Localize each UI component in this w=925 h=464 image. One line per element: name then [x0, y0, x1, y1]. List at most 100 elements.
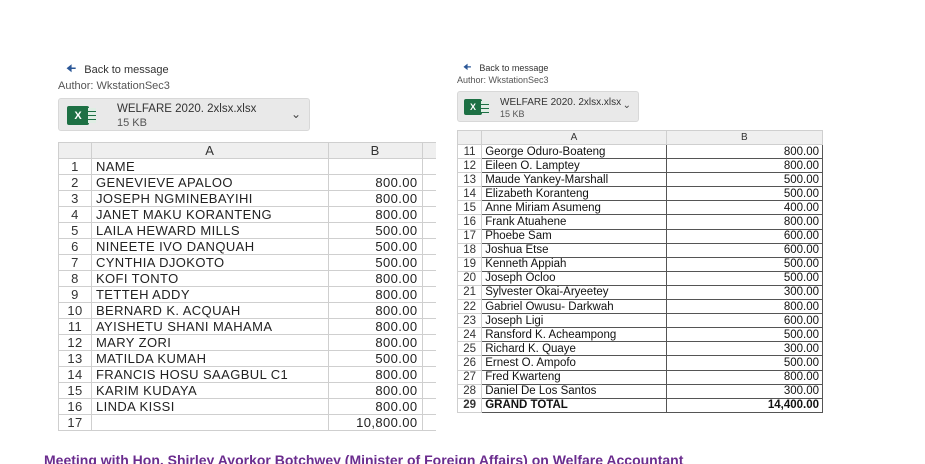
- row-number[interactable]: 9: [58, 286, 92, 303]
- column-header-b[interactable]: B: [327, 142, 423, 159]
- name-cell[interactable]: Joseph Ocloo: [481, 270, 667, 286]
- empty-cell[interactable]: [421, 190, 436, 207]
- name-cell[interactable]: Kenneth Appiah: [481, 256, 667, 272]
- amount-cell[interactable]: 600.00: [665, 228, 824, 244]
- amount-cell[interactable]: 400.00: [665, 200, 824, 216]
- name-cell[interactable]: GRAND TOTAL: [481, 397, 667, 413]
- amount-cell[interactable]: 500.00: [327, 238, 423, 255]
- amount-cell[interactable]: 500.00: [665, 327, 824, 343]
- back-to-message-link[interactable]: 🠈 Back to message: [66, 60, 169, 79]
- amount-cell[interactable]: 800.00: [327, 286, 423, 303]
- row-number[interactable]: 5: [58, 222, 92, 239]
- amount-cell[interactable]: 800.00: [327, 366, 423, 383]
- empty-cell[interactable]: [421, 254, 436, 271]
- name-cell[interactable]: Elizabeth Koranteng: [481, 186, 667, 202]
- back-to-message-link[interactable]: 🠈 Back to message: [463, 60, 548, 76]
- name-cell[interactable]: LINDA KISSI: [90, 398, 329, 415]
- name-cell[interactable]: MARY ZORI: [90, 334, 329, 351]
- row-number[interactable]: 14: [456, 186, 483, 202]
- empty-cell[interactable]: [421, 334, 436, 351]
- row-number[interactable]: 21: [456, 284, 483, 301]
- row-number[interactable]: 15: [456, 200, 483, 216]
- amount-cell[interactable]: 14,400.00: [665, 397, 824, 413]
- row-number[interactable]: 24: [456, 327, 483, 343]
- row-number[interactable]: 28: [456, 383, 483, 399]
- amount-cell[interactable]: 800.00: [327, 382, 423, 399]
- amount-cell[interactable]: 500.00: [327, 350, 423, 367]
- row-number[interactable]: 16: [456, 214, 483, 230]
- amount-cell[interactable]: 800.00: [327, 270, 423, 287]
- amount-cell[interactable]: 600.00: [665, 242, 824, 258]
- empty-cell[interactable]: [421, 158, 436, 175]
- column-header-b[interactable]: B: [665, 130, 824, 145]
- column-header-a[interactable]: A: [90, 142, 329, 159]
- row-number[interactable]: 1: [58, 158, 92, 175]
- name-cell[interactable]: Joseph Ligi: [481, 313, 667, 329]
- row-number[interactable]: 6: [58, 238, 92, 255]
- amount-cell[interactable]: 500.00: [327, 222, 423, 239]
- name-cell[interactable]: Ransford K. Acheampong: [481, 327, 667, 343]
- name-cell[interactable]: AYISHETU SHANI MAHAMA: [90, 318, 329, 335]
- row-number[interactable]: 11: [456, 143, 483, 160]
- empty-cell[interactable]: [421, 302, 436, 319]
- row-number[interactable]: 11: [58, 318, 92, 335]
- row-number[interactable]: 7: [58, 254, 92, 271]
- chevron-down-icon[interactable]: ⌄: [623, 100, 631, 111]
- name-cell[interactable]: JOSEPH NGMINEBAYIHI: [90, 190, 329, 207]
- row-number[interactable]: 8: [58, 270, 92, 287]
- row-number[interactable]: 23: [456, 313, 483, 329]
- name-cell[interactable]: Daniel De Los Santos: [481, 383, 667, 399]
- row-number[interactable]: 25: [456, 341, 483, 357]
- empty-cell[interactable]: [421, 206, 436, 223]
- column-header-a[interactable]: A: [481, 130, 667, 145]
- name-cell[interactable]: JANET MAKU KORANTENG: [90, 206, 329, 223]
- name-cell[interactable]: George Oduro-Boateng: [481, 143, 667, 160]
- row-number[interactable]: 26: [456, 355, 483, 371]
- name-cell[interactable]: Gabriel Owusu- Darkwah: [481, 299, 667, 315]
- amount-cell[interactable]: 800.00: [327, 318, 423, 335]
- name-cell[interactable]: Phoebe Sam: [481, 228, 667, 244]
- row-number[interactable]: 18: [456, 242, 483, 258]
- empty-cell[interactable]: [421, 318, 436, 335]
- amount-cell[interactable]: 800.00: [327, 174, 423, 191]
- name-cell[interactable]: Sylvester Okai-Aryeetey: [481, 284, 667, 301]
- amount-cell[interactable]: 300.00: [665, 284, 824, 301]
- name-cell[interactable]: BERNARD K. ACQUAH: [90, 302, 329, 319]
- name-cell[interactable]: KARIM KUDAYA: [90, 382, 329, 399]
- empty-cell[interactable]: [421, 350, 436, 367]
- empty-cell[interactable]: [421, 270, 436, 287]
- row-number[interactable]: 3: [58, 190, 92, 207]
- amount-cell[interactable]: 800.00: [665, 299, 824, 315]
- name-cell[interactable]: Anne Miriam Asumeng: [481, 200, 667, 216]
- corner-cell[interactable]: [456, 130, 483, 145]
- row-number[interactable]: 12: [58, 334, 92, 351]
- amount-cell[interactable]: 300.00: [665, 341, 824, 357]
- attachment-chip[interactable]: X WELFARE 2020. 2xlsx.xlsx 15 KB ⌄: [457, 91, 639, 122]
- row-number[interactable]: 22: [456, 299, 483, 315]
- name-cell[interactable]: Ernest O. Ampofo: [481, 355, 667, 371]
- amount-cell[interactable]: [327, 158, 423, 175]
- name-cell[interactable]: Maude Yankey-Marshall: [481, 172, 667, 188]
- empty-cell[interactable]: [421, 366, 436, 383]
- empty-cell[interactable]: [421, 286, 436, 303]
- empty-cell[interactable]: [421, 398, 436, 415]
- name-cell[interactable]: [90, 414, 329, 431]
- name-cell[interactable]: FRANCIS HOSU SAAGBUL C1: [90, 366, 329, 383]
- row-number[interactable]: 4: [58, 206, 92, 223]
- name-cell[interactable]: GENEVIEVE APALOO: [90, 174, 329, 191]
- name-cell[interactable]: Fred Kwarteng: [481, 369, 667, 385]
- name-cell[interactable]: Frank Atuahene: [481, 214, 667, 230]
- amount-cell[interactable]: 800.00: [665, 158, 824, 174]
- name-cell[interactable]: Richard K. Quaye: [481, 341, 667, 357]
- name-cell[interactable]: MATILDA KUMAH: [90, 350, 329, 367]
- row-number[interactable]: 15: [58, 382, 92, 399]
- row-number[interactable]: 14: [58, 366, 92, 383]
- row-number[interactable]: 12: [456, 158, 483, 174]
- amount-cell[interactable]: 500.00: [665, 256, 824, 272]
- row-number[interactable]: 17: [456, 228, 483, 244]
- row-number[interactable]: 19: [456, 256, 483, 272]
- amount-cell[interactable]: 300.00: [665, 383, 824, 399]
- name-cell[interactable]: KOFI TONTO: [90, 270, 329, 287]
- name-cell[interactable]: NAME: [90, 158, 329, 175]
- empty-cell[interactable]: [421, 382, 436, 399]
